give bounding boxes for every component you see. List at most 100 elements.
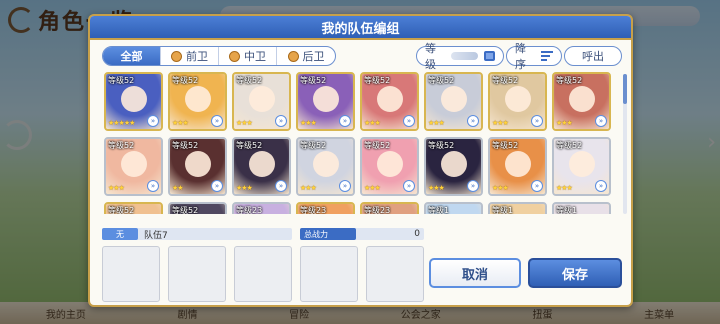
sort-label: 降序 xyxy=(515,42,526,71)
cancel-button[interactable]: 取消 xyxy=(429,258,521,288)
card-level: 等级52 xyxy=(556,76,583,85)
character-card[interactable]: 等级52 ★★★ » xyxy=(296,72,355,131)
team-tag: 无 xyxy=(102,228,138,240)
tab-1[interactable]: 前卫 xyxy=(161,47,219,65)
rank-arrow-icon: » xyxy=(339,115,351,127)
team-slot-3[interactable] xyxy=(234,246,292,302)
team-name: 队伍7 xyxy=(144,230,168,241)
team-slot-4[interactable] xyxy=(300,246,358,302)
star-rating: ★★★ xyxy=(428,184,445,192)
star-rating: ★★★ xyxy=(428,119,445,127)
rank-arrow-icon: » xyxy=(403,115,415,127)
character-card[interactable]: 等级23 xyxy=(296,202,355,214)
character-card[interactable]: 等级52 ★★★ » xyxy=(360,137,419,196)
rank-arrow-icon: » xyxy=(467,180,479,192)
star-rating: ★★★ xyxy=(556,184,573,192)
character-card[interactable]: 等级52 ★★★★★ » xyxy=(104,72,163,131)
star-rating: ★★★ xyxy=(364,119,381,127)
star-rating: ★★★ xyxy=(300,119,317,127)
card-level: 等级23 xyxy=(300,206,327,214)
tab-2[interactable]: 中卫 xyxy=(219,47,277,65)
star-rating: ★★★ xyxy=(364,184,381,192)
star-rating: ★★★ xyxy=(236,184,253,192)
team-slots xyxy=(102,246,424,302)
rank-arrow-icon: » xyxy=(595,115,607,127)
rank-arrow-icon: » xyxy=(275,115,287,127)
team-name-bar: 无 队伍7 xyxy=(102,228,292,241)
level-filter-button[interactable]: 等级 xyxy=(416,42,504,71)
character-card[interactable]: 等级52 ★★★ » xyxy=(552,137,611,196)
card-level: 等级52 xyxy=(492,141,519,150)
sort-icon xyxy=(541,51,553,61)
star-rating: ★★★ xyxy=(172,119,189,127)
character-card[interactable]: 等级52 ★★★ » xyxy=(424,137,483,196)
tab-3[interactable]: 后卫 xyxy=(277,47,335,65)
character-card[interactable]: 等级1 xyxy=(552,202,611,214)
card-level: 等级52 xyxy=(364,141,391,150)
team-slot-5[interactable] xyxy=(366,246,424,302)
card-level: 等级52 xyxy=(108,76,135,85)
rank-arrow-icon: » xyxy=(211,180,223,192)
star-rating: ★★★ xyxy=(300,184,317,192)
card-level: 等级52 xyxy=(364,76,391,85)
rank-arrow-icon: » xyxy=(147,180,159,192)
card-level: 等级23 xyxy=(364,206,391,214)
tab-0[interactable]: 全部 xyxy=(103,47,161,65)
character-card[interactable]: 等级52 ★★★ » xyxy=(232,137,291,196)
card-level: 等级1 xyxy=(428,206,450,214)
character-card[interactable]: 等级52 xyxy=(168,202,227,214)
character-card[interactable]: 等级52 ★★★ » xyxy=(104,137,163,196)
card-level: 等级1 xyxy=(492,206,514,214)
card-level: 等级52 xyxy=(428,76,455,85)
total-power-bar: 总战力 0 xyxy=(300,228,424,240)
rank-arrow-icon: » xyxy=(339,180,351,192)
grid-scrollbar[interactable] xyxy=(623,74,627,214)
star-rating: ★★★ xyxy=(492,119,509,127)
star-rating: ★★★ xyxy=(556,119,573,127)
character-card[interactable]: 等级52 ★★★ » xyxy=(168,72,227,131)
card-level: 等级52 xyxy=(236,141,263,150)
sort-button[interactable]: 降序 xyxy=(506,42,562,71)
toolbar: 全部 前卫 中卫 后卫 等级 降序 呼出 xyxy=(102,42,622,71)
team-edit-modal: 我的队伍编组 全部 前卫 中卫 后卫 等级 降序 呼出 等级52 ★★★★★» 等级52 ★… xyxy=(88,14,633,307)
rank-arrow-icon: » xyxy=(531,180,543,192)
card-level: 等级52 xyxy=(556,141,583,150)
rank-arrow-icon: » xyxy=(531,115,543,127)
team-slot-2[interactable] xyxy=(168,246,226,302)
card-level: 等级52 xyxy=(492,76,519,85)
star-rating: ★★★ xyxy=(108,184,125,192)
level-filter-label: 等级 xyxy=(425,42,436,71)
character-card[interactable]: 等级23 xyxy=(360,202,419,214)
character-card[interactable]: 等级52 ★★ » xyxy=(168,137,227,196)
character-card[interactable]: 等级52 ★★★ » xyxy=(488,72,547,131)
tab-label: 前卫 xyxy=(186,50,208,63)
save-button[interactable]: 保存 xyxy=(528,258,622,288)
character-card[interactable]: 等级52 ★★★ » xyxy=(296,137,355,196)
character-card[interactable]: 等级52 ★★★ » xyxy=(424,72,483,131)
star-rating: ★★ xyxy=(172,184,184,192)
character-card[interactable]: 等级52 ★★★ » xyxy=(488,137,547,196)
card-level: 等级52 xyxy=(428,141,455,150)
position-icon xyxy=(229,50,240,62)
card-level: 等级52 xyxy=(108,141,135,150)
character-card[interactable]: 等级23 xyxy=(232,202,291,214)
card-level: 等级52 xyxy=(108,206,135,214)
character-card[interactable]: 等级52 ★★★ » xyxy=(552,72,611,131)
character-card[interactable]: 等级1 xyxy=(424,202,483,214)
team-slot-1[interactable] xyxy=(102,246,160,302)
card-level: 等级52 xyxy=(300,141,327,150)
power-label: 总战力 xyxy=(300,228,356,240)
card-level: 等级52 xyxy=(300,76,327,85)
position-icon xyxy=(287,50,299,62)
card-level: 等级52 xyxy=(172,206,199,214)
tab-label: 后卫 xyxy=(302,50,325,63)
character-card[interactable]: 等级52 ★★★ » xyxy=(232,72,291,131)
character-card[interactable]: 等级52 ★★★ » xyxy=(360,72,419,131)
rank-arrow-icon: » xyxy=(595,180,607,192)
call-button[interactable]: 呼出 xyxy=(564,46,622,66)
modal-title: 我的队伍编组 xyxy=(90,16,631,40)
scrollbar-thumb[interactable] xyxy=(623,74,627,104)
character-card[interactable]: 等级52 xyxy=(104,202,163,214)
character-card[interactable]: 等级1 xyxy=(488,202,547,214)
rank-arrow-icon: » xyxy=(211,115,223,127)
